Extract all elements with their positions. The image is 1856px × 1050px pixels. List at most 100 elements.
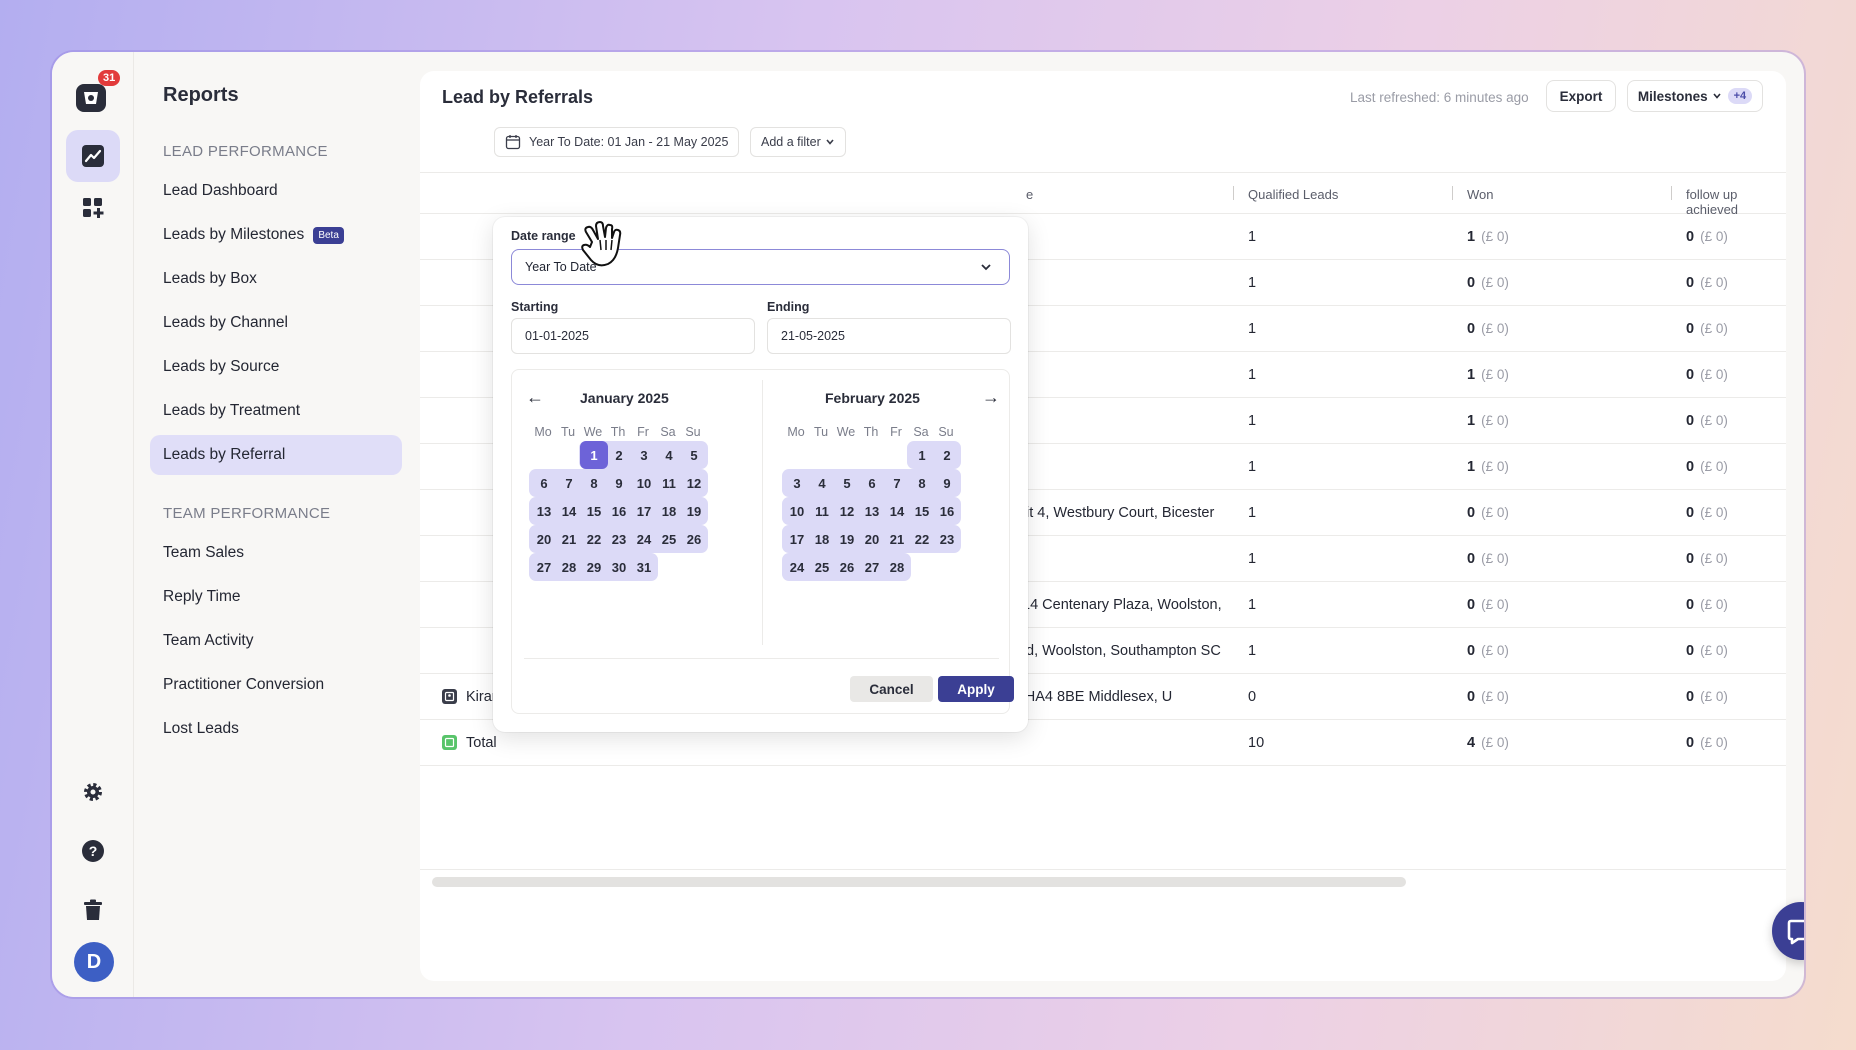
sidebar-item-team-activity[interactable]: Team Activity [150, 621, 402, 661]
calendar-day[interactable]: 16 [933, 497, 961, 525]
apps-nav-button[interactable] [66, 182, 120, 234]
calendar-day[interactable]: 14 [883, 497, 911, 525]
calendar-day[interactable]: 13 [530, 497, 558, 525]
calendar-day[interactable]: 1 [908, 441, 936, 469]
sidebar-item-leads-by-treatment[interactable]: Leads by Treatment [150, 391, 402, 431]
calendar-day[interactable]: 26 [833, 553, 861, 581]
calendar-day[interactable]: 4 [655, 441, 683, 469]
calendar-day[interactable]: 6 [530, 469, 558, 497]
won-count: 0 [1467, 689, 1476, 705]
chevron-down-icon [1713, 93, 1721, 99]
calendar-day[interactable]: 26 [680, 525, 708, 553]
calendar-day[interactable]: 16 [605, 497, 633, 525]
calendar-day[interactable]: 17 [630, 497, 658, 525]
apply-button[interactable]: Apply [938, 676, 1014, 702]
calendar-day[interactable]: 25 [808, 553, 836, 581]
calendar-day[interactable]: 21 [883, 525, 911, 553]
next-month-arrow-icon[interactable]: → [982, 387, 1000, 408]
calendar-day[interactable]: 8 [908, 469, 936, 497]
calendar-day[interactable]: 7 [883, 469, 911, 497]
calendar-day[interactable]: 3 [630, 441, 658, 469]
sidebar-item-leads-by-channel[interactable]: Leads by Channel [150, 303, 402, 343]
sidebar-item-leads-by-milestones[interactable]: Leads by Milestones Beta [150, 215, 402, 255]
calendar-day[interactable]: 12 [833, 497, 861, 525]
settings-button[interactable] [66, 766, 120, 818]
calendar: ← January 2025 February 2025 → Cancel Ap… [511, 369, 1014, 714]
calendar-day[interactable]: 18 [808, 525, 836, 553]
won-count: 1 [1467, 413, 1476, 429]
calendar-day[interactable]: 11 [808, 497, 836, 525]
date-filter-chip[interactable]: Year To Date: 01 Jan - 21 May 2025 [494, 127, 740, 157]
calendar-day[interactable]: 18 [655, 497, 683, 525]
add-filter-button[interactable]: Add a filter [750, 127, 846, 157]
sidebar-item-team-sales[interactable]: Team Sales [150, 533, 402, 573]
calendar-day[interactable]: 30 [605, 553, 633, 581]
follow-up-count: 0 [1686, 551, 1695, 567]
help-button[interactable]: ? [66, 825, 120, 877]
prev-month-arrow-icon[interactable]: ← [526, 387, 544, 408]
calendar-day[interactable]: 15 [580, 497, 608, 525]
calendar-day[interactable]: 11 [655, 469, 683, 497]
column-header-won[interactable]: Won [1467, 187, 1494, 202]
calendar-day[interactable]: 10 [630, 469, 658, 497]
calendar-day[interactable]: 28 [555, 553, 583, 581]
cell-follow-up: 0 (£ 0) [1686, 505, 1728, 521]
calendar-day[interactable]: 22 [580, 525, 608, 553]
trash-button[interactable] [66, 884, 120, 936]
calendar-day[interactable]: 31 [630, 553, 658, 581]
sidebar-item-leads-by-referral[interactable]: Leads by Referral [150, 435, 402, 475]
calendar-day[interactable]: 10 [783, 497, 811, 525]
calendar-day[interactable]: 9 [933, 469, 961, 497]
calendar-day[interactable]: 15 [908, 497, 936, 525]
calendar-day[interactable]: 5 [680, 441, 708, 469]
sidebar-item-practitioner-conversion[interactable]: Practitioner Conversion [150, 665, 402, 705]
export-button[interactable]: Export [1546, 80, 1616, 112]
calendar-day[interactable]: 7 [555, 469, 583, 497]
calendar-day[interactable]: 19 [680, 497, 708, 525]
calendar-day[interactable]: 20 [858, 525, 886, 553]
sidebar-item-leads-by-box[interactable]: Leads by Box [150, 259, 402, 299]
calendar-day[interactable]: 23 [605, 525, 633, 553]
avatar[interactable]: D [74, 942, 114, 982]
calendar-day[interactable]: 27 [858, 553, 886, 581]
calendar-day[interactable]: 24 [783, 553, 811, 581]
calendar-day[interactable]: 14 [555, 497, 583, 525]
ending-date-input[interactable]: 21-05-2025 [767, 318, 1011, 354]
calendar-day[interactable]: 29 [580, 553, 608, 581]
calendar-day[interactable]: 2 [933, 441, 961, 469]
sidebar-item-lead-dashboard[interactable]: Lead Dashboard [150, 171, 402, 211]
calendar-day[interactable]: 13 [858, 497, 886, 525]
calendar-day[interactable]: 2 [605, 441, 633, 469]
column-header-qualified-leads[interactable]: Qualified Leads [1248, 187, 1338, 202]
sidebar-item-leads-by-source[interactable]: Leads by Source [150, 347, 402, 387]
calendar-day[interactable]: 22 [908, 525, 936, 553]
calendar-day[interactable]: 12 [680, 469, 708, 497]
calendar-day[interactable]: 17 [783, 525, 811, 553]
horizontal-scrollbar[interactable] [432, 877, 1406, 887]
cancel-button[interactable]: Cancel [850, 676, 933, 702]
calendar-day[interactable]: 1 [580, 441, 608, 469]
reports-nav-button[interactable] [66, 130, 120, 182]
starting-date-input[interactable]: 01-01-2025 [511, 318, 755, 354]
calendar-day[interactable]: 27 [530, 553, 558, 581]
calendar-day[interactable]: 8 [580, 469, 608, 497]
calendar-day[interactable]: 28 [883, 553, 911, 581]
milestones-dropdown[interactable]: Milestones +4 [1627, 80, 1763, 112]
calendar-day[interactable]: 19 [833, 525, 861, 553]
sidebar-item-reply-time[interactable]: Reply Time [150, 577, 402, 617]
sidebar-item-lost-leads[interactable]: Lost Leads [150, 709, 402, 749]
calendar-day[interactable]: 9 [605, 469, 633, 497]
calendar-day[interactable]: 21 [555, 525, 583, 553]
calendar-day[interactable]: 23 [933, 525, 961, 553]
calendar-day[interactable]: 25 [655, 525, 683, 553]
cell-qualified: 1 [1248, 643, 1257, 659]
calendar-day[interactable]: 24 [630, 525, 658, 553]
month-title-january: January 2025 [580, 390, 669, 406]
column-header-follow-up[interactable]: follow up achieved [1686, 187, 1786, 217]
logo-icon[interactable]: 31 [72, 70, 121, 118]
calendar-day[interactable]: 20 [530, 525, 558, 553]
calendar-day[interactable]: 6 [858, 469, 886, 497]
calendar-day[interactable]: 4 [808, 469, 836, 497]
calendar-day[interactable]: 5 [833, 469, 861, 497]
calendar-day[interactable]: 3 [783, 469, 811, 497]
